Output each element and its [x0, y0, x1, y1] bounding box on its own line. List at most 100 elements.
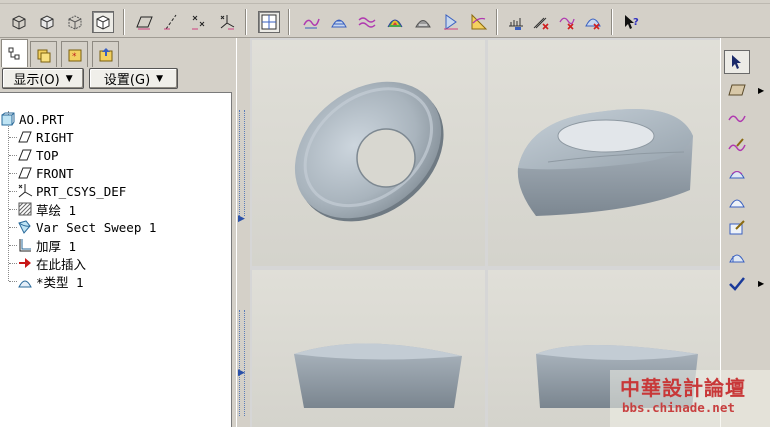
- datum-point-icon[interactable]: [188, 11, 210, 33]
- tree-root-item[interactable]: AO.PRT: [0, 110, 64, 128]
- model-washer-view: [294, 81, 444, 222]
- toolbar-separator: [288, 9, 290, 35]
- panel-splitter[interactable]: ▶ ▶: [236, 38, 250, 427]
- optimize-icon[interactable]: [556, 11, 578, 33]
- sketch-icon: [17, 201, 33, 217]
- tree-connector: [9, 209, 17, 210]
- watermark-title: 中華設計論壇: [620, 376, 746, 400]
- settings-dropdown[interactable]: 设置(G) ▼: [89, 68, 178, 89]
- tree-item[interactable]: 加厚 1: [3, 236, 76, 254]
- datum-axis-icon[interactable]: [160, 11, 182, 33]
- surface-tool-icon[interactable]: [328, 11, 350, 33]
- toolbar-top-strip: [0, 0, 770, 4]
- tree-item-label: TOP: [36, 147, 59, 163]
- tree-item[interactable]: TOP: [3, 146, 59, 164]
- tree-item[interactable]: PRT_CSYS_DEF: [3, 182, 126, 200]
- view-solid-icon[interactable]: [92, 11, 114, 33]
- main-toolbar: ?: [0, 0, 770, 38]
- tree-item[interactable]: FRONT: [3, 164, 74, 182]
- model-tree-tab[interactable]: [1, 39, 28, 67]
- model-dish-front-view: [294, 343, 462, 408]
- tree-item-label: Var Sect Sweep 1: [36, 219, 157, 235]
- model-tree: AO.PRT RIGHT TOP FRONT PRT_CSYS_DEF 草绘 1: [0, 92, 232, 427]
- tree-item[interactable]: 草绘 1: [3, 200, 76, 218]
- tree-item[interactable]: 在此插入: [3, 254, 86, 272]
- datum-csys-icon[interactable]: [216, 11, 238, 33]
- analysis-icon[interactable]: [468, 11, 490, 33]
- tree-item-label: 在此插入: [36, 256, 87, 272]
- tree-connector: [9, 227, 17, 228]
- feature-toolbar: ▶ ▶: [720, 38, 770, 427]
- tree-connector: [9, 281, 17, 282]
- show-dropdown-label: 显示(O): [13, 73, 60, 88]
- toolbar-separator: [496, 9, 498, 35]
- curve-tool-icon[interactable]: [300, 11, 322, 33]
- style-surface-icon[interactable]: [724, 244, 750, 268]
- forum-watermark: 中華設計論壇 bbs.chinade.net: [610, 370, 770, 427]
- curve-icon[interactable]: [724, 106, 750, 130]
- watermark-url: bbs.chinade.net: [622, 400, 735, 415]
- connections-tab[interactable]: [92, 41, 119, 67]
- whats-this-icon[interactable]: ?: [620, 11, 642, 33]
- graphics-window[interactable]: [250, 38, 720, 427]
- svg-text:*: *: [72, 52, 77, 62]
- view-iso-icon[interactable]: [8, 11, 30, 33]
- measure-icon[interactable]: [440, 11, 462, 33]
- view-shade-icon[interactable]: [36, 11, 58, 33]
- insert-here-icon: [17, 255, 33, 271]
- splitter-grip[interactable]: [239, 110, 245, 216]
- model-dish-iso-view: [517, 109, 693, 216]
- toolbar-separator: [123, 9, 125, 35]
- tree-item[interactable]: *类型 1: [3, 272, 84, 290]
- tree-item-label: 草绘 1: [36, 202, 77, 218]
- tree-connector: [9, 263, 17, 264]
- model-tree-panel: * 显示(O) ▼ 设置(G) ▼ AO.PRT RIGHT TOP FRONT…: [0, 38, 236, 427]
- tree-item-label: RIGHT: [36, 129, 74, 145]
- wave-curve-icon[interactable]: [356, 11, 378, 33]
- boundary-icon[interactable]: [724, 189, 750, 213]
- plane-icon[interactable]: ▶: [724, 78, 764, 102]
- expand-arrow-icon[interactable]: ▶: [238, 368, 245, 378]
- datum-plane-icon: [17, 129, 33, 145]
- viewport-top-right[interactable]: [488, 40, 720, 266]
- show-dropdown[interactable]: 显示(O) ▼: [2, 68, 84, 89]
- toolbar-separator: [245, 9, 247, 35]
- tree-connector: [9, 155, 17, 156]
- color-sphere-icon[interactable]: [384, 11, 406, 33]
- select-icon[interactable]: [724, 50, 750, 74]
- feasibility-icon[interactable]: [530, 11, 552, 33]
- select-window-icon[interactable]: [258, 11, 280, 33]
- tree-item-label: PRT_CSYS_DEF: [36, 183, 127, 199]
- done-check-icon[interactable]: ▶: [724, 271, 764, 295]
- datum-plane-icon: [17, 165, 33, 181]
- style-icon: [17, 273, 33, 289]
- render-icon[interactable]: [412, 11, 434, 33]
- chevron-down-icon: ▼: [65, 73, 73, 84]
- viewport-top-left[interactable]: [252, 40, 485, 266]
- tree-item-label: 加厚 1: [36, 238, 77, 254]
- splitter-grip[interactable]: [239, 310, 245, 416]
- chevron-right-icon[interactable]: ▶: [758, 279, 764, 288]
- folder-browser-tab[interactable]: [30, 41, 57, 67]
- expand-arrow-icon[interactable]: ▶: [238, 214, 245, 224]
- tree-item-label: *类型 1: [36, 274, 84, 290]
- tree-item-label: FRONT: [36, 165, 74, 181]
- csys-icon: [17, 183, 33, 199]
- chevron-right-icon[interactable]: ▶: [758, 86, 764, 95]
- viewport-bottom-left[interactable]: [252, 270, 485, 427]
- view-wire-icon[interactable]: [64, 11, 86, 33]
- surface-icon[interactable]: [724, 161, 750, 185]
- settings-dropdown-label: 设置(G): [103, 73, 151, 88]
- chevron-down-icon: ▼: [156, 73, 164, 84]
- tree-item[interactable]: Var Sect Sweep 1: [3, 218, 156, 236]
- datum-plane-icon[interactable]: [134, 11, 156, 33]
- curve-edit-icon[interactable]: [724, 133, 750, 157]
- surface-edit-icon[interactable]: [724, 216, 750, 240]
- tree-connector: [9, 173, 17, 174]
- tree-connector: [9, 245, 17, 246]
- delete-icon[interactable]: [582, 11, 604, 33]
- sensitivity-icon[interactable]: [505, 11, 527, 33]
- tree-item[interactable]: RIGHT: [3, 128, 74, 146]
- favorites-tab[interactable]: *: [61, 41, 88, 67]
- thicken-icon: [17, 237, 33, 253]
